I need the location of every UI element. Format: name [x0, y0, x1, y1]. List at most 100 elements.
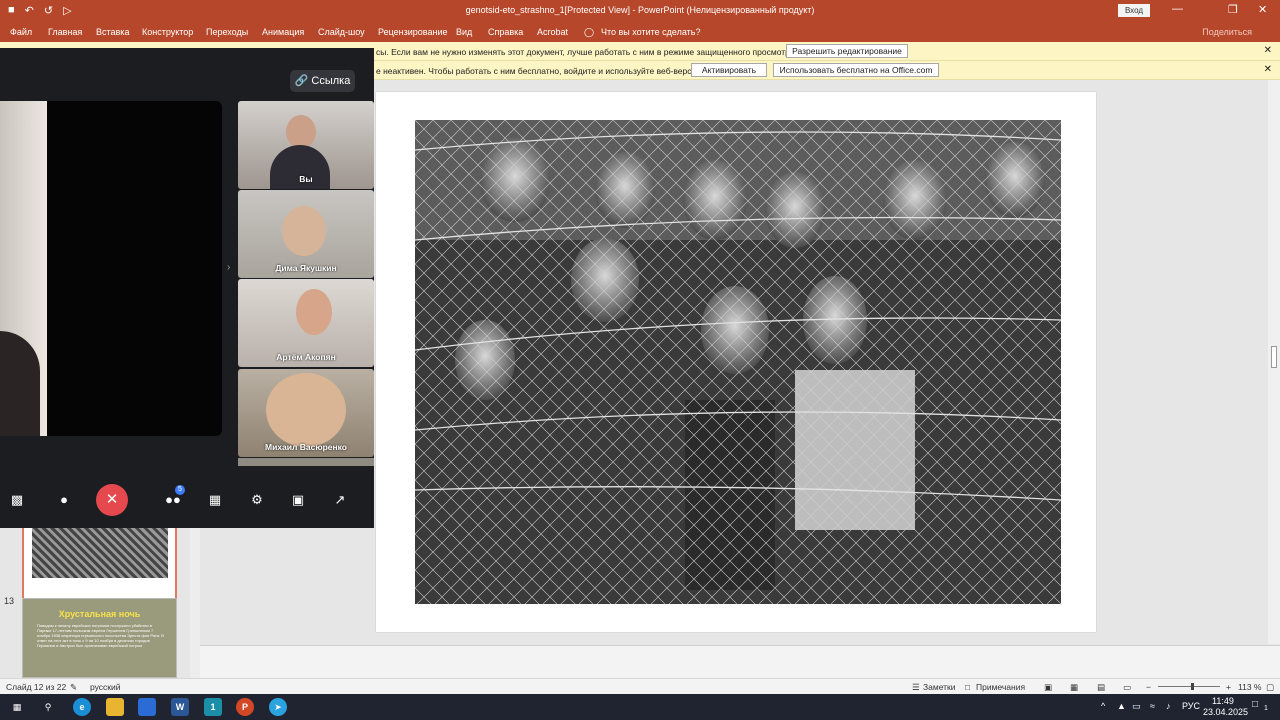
thumbnail-title: Хрустальная ночь	[58, 609, 141, 619]
participants-badge: 5	[175, 485, 185, 495]
ribbon-tabs: Файл Главная Вставка Конструктор Переход…	[0, 22, 1280, 42]
slide-number: 13	[4, 596, 15, 606]
notifications-icon[interactable]: □	[1252, 699, 1258, 710]
tab-file[interactable]: Файл	[10, 27, 32, 37]
volume-icon[interactable]: ♪	[1166, 701, 1171, 711]
tab-home[interactable]: Главная	[48, 27, 82, 37]
tell-me-search[interactable]: Что вы хотите сделать?	[601, 27, 701, 37]
copy-link-button[interactable]: 🔗 Ссылка	[290, 70, 355, 92]
notes-icon: ☰	[912, 682, 920, 692]
normal-view-icon[interactable]: ▣	[1044, 682, 1052, 693]
fit-slide-icon[interactable]: ▢	[1266, 682, 1274, 693]
slide-thumbnail-13[interactable]: Хрустальная ночь Поводом к началу еврейс…	[22, 598, 177, 678]
link-icon: 🔗	[294, 75, 309, 87]
zoom-out-icon[interactable]: −	[1146, 682, 1151, 692]
video-call-app-icon[interactable]: 1	[204, 698, 222, 716]
notes-pane[interactable]	[200, 645, 1280, 678]
spellcheck-icon[interactable]: ✎	[70, 682, 77, 693]
chevron-right-icon[interactable]: ›	[227, 262, 230, 273]
tab-help[interactable]: Справка	[488, 27, 523, 37]
comments-icon: □	[965, 682, 971, 692]
slide-photo[interactable]	[415, 120, 1061, 604]
minimize-button[interactable]: —	[1172, 3, 1183, 15]
zoom-slider-thumb[interactable]	[1191, 683, 1195, 690]
telegram-icon[interactable]: ➤	[269, 698, 287, 716]
slide-counter: Слайд 12 из 22	[6, 682, 67, 692]
participant-face	[282, 206, 326, 256]
status-bar: Слайд 12 из 22 ✎ русский ☰ Заметки □ При…	[0, 678, 1280, 694]
tab-transitions[interactable]: Переходы	[206, 27, 248, 37]
battery-icon[interactable]: ▭	[1132, 701, 1141, 712]
share-button[interactable]: Поделиться	[1202, 27, 1252, 37]
wifi-icon[interactable]: ≈	[1150, 701, 1155, 711]
language-indicator[interactable]: русский	[90, 682, 121, 692]
zoom-level[interactable]: 113 %	[1238, 682, 1261, 692]
participant-name: Дима Якушкин	[275, 263, 337, 273]
close-message-icon[interactable]: ✕	[1264, 45, 1272, 56]
slideshow-view-icon[interactable]: ▭	[1123, 682, 1131, 693]
participant-tile-dima[interactable]: Дима Якушкин	[238, 190, 374, 278]
lightbulb-icon: ◯	[584, 27, 595, 37]
tab-slideshow[interactable]: Слайд-шоу	[318, 27, 365, 37]
participant-tile-artem[interactable]: Артём Акопян	[238, 279, 374, 367]
word-icon[interactable]: W	[171, 698, 189, 716]
protected-view-message: сы. Если вам не нужно изменять этот доку…	[376, 47, 797, 57]
tray-app-icon[interactable]: ▲	[1117, 701, 1126, 711]
participant-tile-partial[interactable]	[238, 458, 374, 466]
restore-button[interactable]: ❐	[1228, 3, 1238, 16]
notes-button[interactable]: Заметки	[923, 682, 956, 692]
window-title: genotsid-eto_strashno_1[Protected View] …	[465, 5, 815, 15]
tab-insert[interactable]: Вставка	[96, 27, 129, 37]
use-free-online-button[interactable]: Использовать бесплатно на Office.com	[773, 63, 939, 77]
microphone-icon[interactable]: ●	[48, 484, 80, 516]
close-button[interactable]: ✕	[1258, 3, 1267, 16]
reading-view-icon[interactable]: ▤	[1097, 682, 1105, 693]
participant-tile-mikhail[interactable]: Михаил Васюренко	[238, 369, 374, 457]
tray-expand-icon[interactable]: ^	[1101, 701, 1105, 711]
activate-button[interactable]: Активировать	[691, 63, 767, 77]
end-call-icon[interactable]: ✕	[96, 484, 128, 516]
participant-tile-self[interactable]: Вы	[238, 101, 374, 189]
tab-view[interactable]: Вид	[456, 27, 472, 37]
search-icon[interactable]: ⚲	[39, 698, 57, 716]
slide-sorter-icon[interactable]: ▦	[1070, 682, 1078, 693]
powerpoint-icon[interactable]: P	[236, 698, 254, 716]
fullscreen-icon[interactable]: ↗	[324, 484, 356, 516]
tab-acrobat[interactable]: Acrobat	[537, 27, 568, 37]
comments-button[interactable]: Примечания	[976, 682, 1025, 692]
video-call-window[interactable]: 🔗 Ссылка › Вы Дима Якушкин Артём Акопян …	[0, 48, 374, 528]
participant-name: Михаил Васюренко	[265, 442, 347, 452]
sign-in-button[interactable]: Вход	[1118, 4, 1150, 17]
participant-name: Артём Акопян	[276, 352, 336, 362]
participant-name: Вы	[299, 174, 313, 184]
participant-face	[286, 115, 316, 149]
enable-editing-button[interactable]: Разрешить редактирование	[786, 44, 908, 58]
license-message: е неактивен. Чтобы работать с ним беспла…	[376, 66, 705, 76]
tab-animations[interactable]: Анимация	[262, 27, 304, 37]
edge-icon[interactable]: e	[73, 698, 91, 716]
tab-review[interactable]: Рецензирование	[378, 27, 448, 37]
close-message-icon[interactable]: ✕	[1264, 64, 1272, 75]
grid-view-icon[interactable]: ▦	[199, 484, 231, 516]
zoom-slider[interactable]	[1158, 683, 1220, 690]
zoom-in-icon[interactable]: +	[1226, 682, 1231, 692]
windows-taskbar: ▦ ⚲ e W 1 P ➤ ^ ▲ ▭ ≈ ♪ РУС 11:49 23.04.…	[0, 694, 1280, 720]
scroll-thumb[interactable]	[1271, 346, 1277, 368]
picture-in-picture-icon[interactable]: ▣	[282, 484, 314, 516]
settings-icon[interactable]: ⚙	[241, 484, 273, 516]
file-explorer-icon[interactable]	[106, 698, 124, 716]
photo-illustration	[415, 120, 1061, 604]
clock-date[interactable]: 23.04.2025	[1203, 707, 1248, 717]
participant-face	[296, 289, 332, 335]
participant-face	[266, 373, 346, 447]
title-bar: ■ ↶ ↺ ▷ genotsid-eto_strashno_1[Protecte…	[0, 0, 1280, 22]
camera-icon[interactable]: ▩	[1, 484, 33, 516]
editor-scrollbar[interactable]	[1268, 80, 1280, 644]
main-video[interactable]	[0, 101, 222, 436]
clock-time[interactable]: 11:49	[1212, 696, 1234, 706]
tab-design[interactable]: Конструктор	[142, 27, 193, 37]
main-video-feed	[0, 101, 47, 436]
store-icon[interactable]	[138, 698, 156, 716]
windows-start-icon[interactable]: ▦	[8, 698, 26, 716]
keyboard-language[interactable]: РУС	[1182, 701, 1200, 711]
